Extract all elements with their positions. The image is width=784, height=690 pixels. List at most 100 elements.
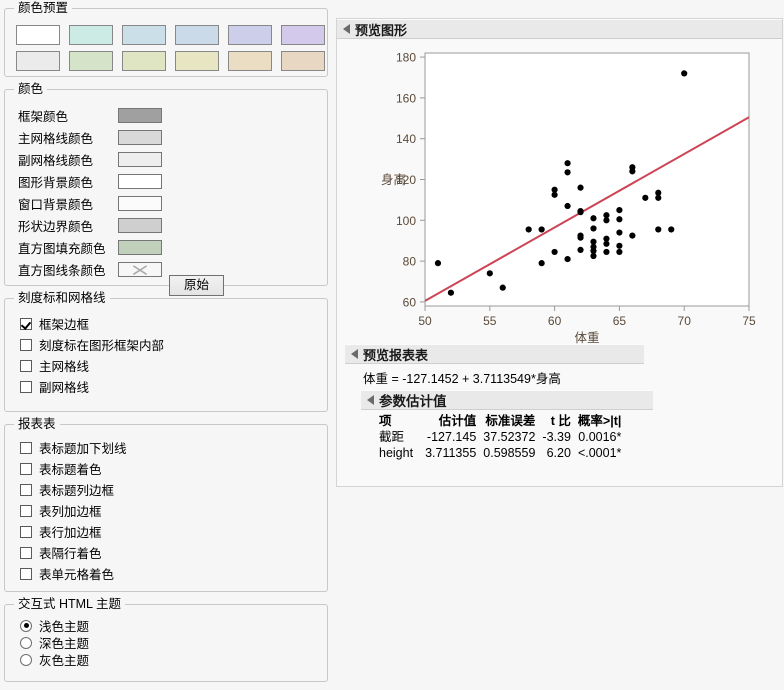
window-background-color-chip[interactable] — [118, 195, 162, 211]
table-header-row: 项 估计值 标准误差 t 比概率>|t| — [379, 413, 628, 429]
x-tick-label: 75 — [742, 314, 756, 328]
frame-color-label: 框架颜色 — [18, 109, 69, 124]
color-presets-group-title: 颜色预置 — [14, 1, 73, 15]
column-header: t 比 — [550, 414, 571, 428]
data-point — [616, 207, 623, 214]
y-tick-label: 80 — [403, 255, 417, 269]
preset-sand-swatch[interactable] — [228, 51, 272, 71]
minor-gridlines-checkbox[interactable] — [20, 380, 32, 393]
table-cell: -127.145 — [426, 430, 477, 444]
shape-boundary-color-chip[interactable] — [118, 217, 162, 233]
disclosure-triangle-icon[interactable] — [351, 349, 358, 359]
option-row-table-title-color[interactable]: 表标题着色 — [20, 458, 127, 479]
html-theme-group: 交互式 HTML 主题 浅色主题 深色主题 灰色主题 — [4, 597, 328, 682]
preset-khaki-swatch[interactable] — [175, 51, 219, 71]
minor-grid-color-chip[interactable] — [118, 151, 162, 167]
table-col-border-checkbox[interactable] — [20, 504, 32, 517]
x-tick-label: 55 — [483, 314, 497, 328]
preview-graph-title: 预览图形 — [355, 22, 408, 38]
preset-white-swatch[interactable] — [16, 25, 60, 45]
preset-lightblue-swatch[interactable] — [122, 25, 166, 45]
table-cell: -3.39 — [542, 430, 571, 444]
option-row-frame-border[interactable]: 框架边框 — [20, 313, 164, 334]
table-alt-row-color-checkbox[interactable] — [20, 546, 32, 559]
frame-border-checkbox[interactable] — [20, 317, 32, 330]
preset-steelblue-swatch[interactable] — [175, 25, 219, 45]
data-point — [447, 289, 455, 296]
preview-report-outline-header[interactable]: 预览报表表 — [345, 344, 644, 364]
option-row-theme-light[interactable]: 浅色主题 — [20, 617, 89, 634]
parameter-estimates-outline-header[interactable]: 参数估计值 — [361, 390, 653, 410]
theme-gray-label: 灰色主题 — [39, 654, 90, 668]
table-row-border-checkbox[interactable] — [20, 525, 32, 538]
data-point — [616, 216, 623, 223]
option-row-table-row-border[interactable]: 表行加边框 — [20, 521, 127, 542]
reset-to-original-button[interactable]: 原始 — [169, 275, 224, 296]
option-row-ticks-inside-frame[interactable]: 刻度标在图形框架内部 — [20, 334, 164, 355]
table-cell-color-checkbox[interactable] — [20, 567, 32, 580]
color-row-histogram-line-color: 直方图线条颜色 — [18, 258, 162, 280]
color-preset-grid — [16, 25, 325, 77]
preset-lavender-swatch[interactable] — [281, 25, 325, 45]
data-point — [577, 232, 584, 239]
plot-frame — [424, 52, 750, 307]
theme-light-radio[interactable] — [20, 619, 32, 632]
theme-dark-radio[interactable] — [20, 636, 32, 649]
data-point — [629, 164, 636, 171]
data-point — [577, 208, 584, 215]
column-header: 标准误差 — [485, 414, 536, 428]
major-gridlines-checkbox[interactable] — [20, 359, 32, 372]
color-row-minor-grid-color: 副网格线颜色 — [18, 148, 162, 170]
table-cell: 0.0016* — [578, 430, 622, 444]
option-row-table-alt-row-color[interactable]: 表隔行着色 — [20, 542, 127, 563]
option-row-table-col-border[interactable]: 表列加边框 — [20, 500, 127, 521]
option-row-minor-gridlines[interactable]: 副网格线 — [20, 376, 164, 397]
option-row-table-title-col-border[interactable]: 表标题列边框 — [20, 479, 127, 500]
data-point — [655, 226, 662, 233]
table-title-col-border-checkbox[interactable] — [20, 483, 32, 496]
preset-periwinkle-swatch[interactable] — [228, 25, 272, 45]
frame-border-label: 框架边框 — [39, 318, 90, 332]
histogram-line-color-chip[interactable] — [118, 261, 162, 277]
option-row-theme-dark[interactable]: 深色主题 — [20, 634, 89, 651]
ticks-inside-frame-checkbox[interactable] — [20, 338, 32, 351]
table-title-color-checkbox[interactable] — [20, 462, 32, 475]
preset-lightgray-swatch[interactable] — [16, 51, 60, 71]
table-title-underline-checkbox[interactable] — [20, 441, 32, 454]
data-point — [434, 260, 442, 267]
y-tick-label: 100 — [396, 214, 416, 228]
ticks-options-list: 框架边框刻度标在图形框架内部 主网格线 副网格线 — [20, 313, 164, 397]
option-row-theme-gray[interactable]: 灰色主题 — [20, 651, 89, 668]
preview-panel: 预览图形 60 80 100 120 140 160 180 50 55 60 65 70 75 体重 身高… — [336, 18, 783, 487]
table-cell: 截距 — [379, 430, 405, 444]
frame-color-chip[interactable] — [118, 107, 162, 123]
color-setting-rows: 框架颜色 主网格线颜色 副网格线颜色 图形背景颜色 窗口背景颜色 形状边界颜色 直方图填充颜… — [18, 104, 162, 280]
histogram-fill-color-chip[interactable] — [118, 239, 162, 255]
option-row-major-gridlines[interactable]: 主网格线 — [20, 355, 164, 376]
data-point — [564, 255, 571, 263]
preset-tan-swatch[interactable] — [281, 51, 325, 71]
graph-background-color-chip[interactable] — [118, 173, 162, 189]
preset-mint-swatch[interactable] — [69, 25, 113, 45]
report-tables-group-title: 报表表 — [14, 417, 60, 431]
major-grid-color-label: 主网格线颜色 — [18, 131, 94, 146]
theme-gray-radio[interactable] — [20, 653, 32, 666]
colors-group-title: 颜色 — [14, 82, 48, 96]
data-point — [564, 160, 571, 167]
preset-sage-swatch[interactable] — [69, 51, 113, 71]
disclosure-triangle-icon[interactable] — [367, 395, 374, 405]
data-point — [551, 248, 558, 256]
ticks-and-gridlines-group-title: 刻度标和网格线 — [14, 291, 110, 305]
colors-group: 颜色 框架颜色 主网格线颜色 副网格线颜色 图形背景颜色 窗口背景颜色 形状边界颜色 直方图… — [4, 82, 328, 296]
table-row: height 3.711355 0.598559 6.20 <.0001* — [379, 445, 628, 461]
report-tables-group: 报表表 表标题加下划线 表标题着色 表标题列边框 表列加边框 表行加边框 表隔行着色 表单元… — [4, 417, 328, 592]
preview-graph-outline-header[interactable]: 预览图形 — [337, 19, 782, 39]
preset-olive-swatch[interactable] — [122, 51, 166, 71]
option-row-table-cell-color[interactable]: 表单元格着色 — [20, 563, 127, 584]
option-row-table-title-underline[interactable]: 表标题加下划线 — [20, 437, 127, 458]
x-axis-label: 体重 — [574, 330, 599, 344]
column-header: 估计值 — [438, 414, 477, 428]
major-grid-color-chip[interactable] — [118, 129, 162, 145]
disclosure-triangle-icon[interactable] — [343, 24, 350, 34]
x-tick-label: 60 — [548, 314, 562, 328]
